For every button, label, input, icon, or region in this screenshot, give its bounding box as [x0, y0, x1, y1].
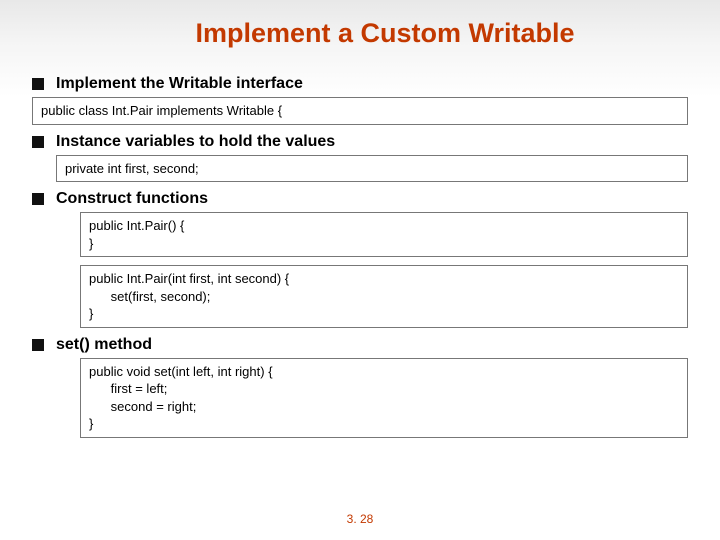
code-box: public Int.Pair() { }: [80, 212, 688, 257]
page-title: Implement a Custom Writable: [82, 18, 688, 49]
item-2: Construct functions public Int.Pair() { …: [32, 190, 688, 328]
item-head: Implement the Writable interface: [32, 75, 688, 93]
item-0: Implement the Writable interface public …: [32, 75, 688, 125]
square-bullet-icon: [32, 136, 44, 148]
item-head: Instance variables to hold the values: [32, 133, 688, 151]
item-label: Implement the Writable interface: [56, 75, 303, 93]
item-label: Construct functions: [56, 190, 208, 208]
square-bullet-icon: [32, 78, 44, 90]
square-bullet-icon: [32, 193, 44, 205]
item-head: set() method: [32, 336, 688, 354]
code-box: public void set(int left, int right) { f…: [80, 358, 688, 438]
item-1: Instance variables to hold the values pr…: [32, 133, 688, 183]
square-bullet-icon: [32, 339, 44, 351]
item-3: set() method public void set(int left, i…: [32, 336, 688, 438]
code-box: public class Int.Pair implements Writabl…: [32, 97, 688, 125]
item-label: set() method: [56, 336, 152, 354]
item-head: Construct functions: [32, 190, 688, 208]
slide: Implement a Custom Writable Implement th…: [0, 0, 720, 540]
code-box: private int first, second;: [56, 155, 688, 183]
slide-number: 3. 28: [0, 512, 720, 526]
item-label: Instance variables to hold the values: [56, 133, 335, 151]
code-box: public Int.Pair(int first, int second) {…: [80, 265, 688, 328]
